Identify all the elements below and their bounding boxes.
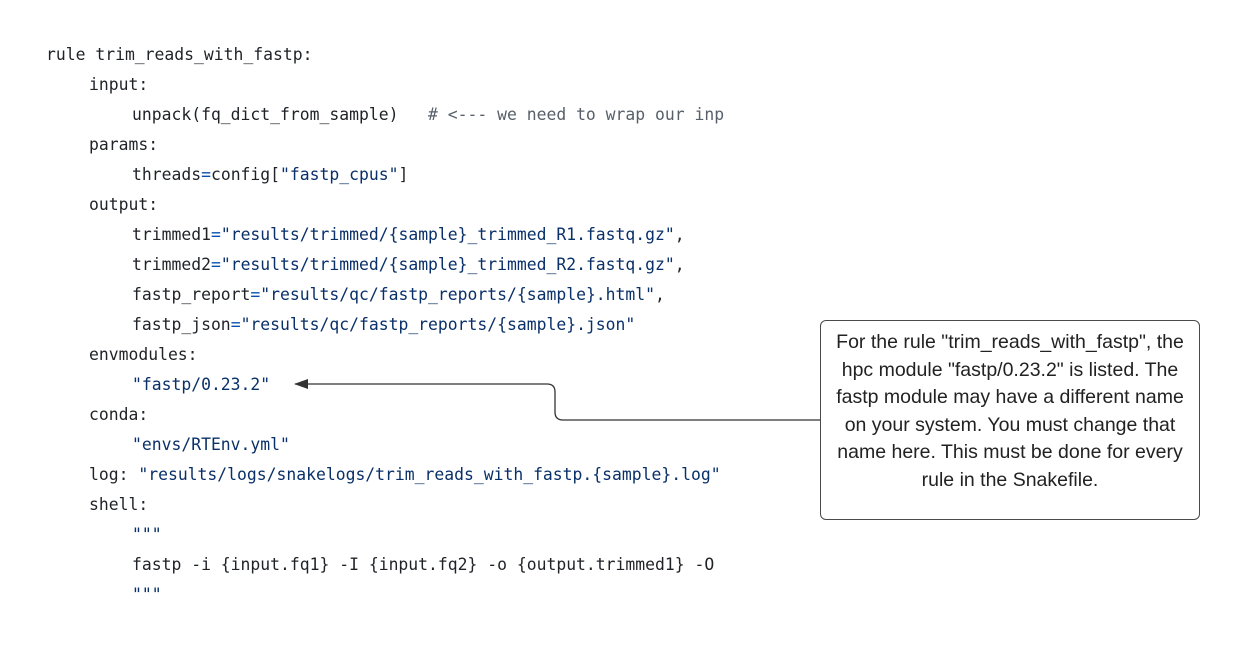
connector-arrow [294, 379, 820, 421]
annotation-text: For the rule "trim_reads_with_fastp", th… [836, 331, 1184, 491]
annotation-note-box: For the rule "trim_reads_with_fastp", th… [820, 320, 1200, 520]
